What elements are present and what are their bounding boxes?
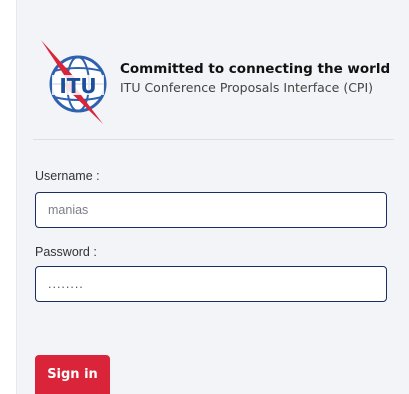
login-panel: ITU Committed to connecting the world IT…: [16, 0, 409, 394]
username-label: Username :: [35, 169, 100, 183]
sign-in-button[interactable]: Sign in: [35, 355, 110, 394]
itu-logo: ITU: [41, 40, 107, 124]
header: ITU Committed to connecting the world IT…: [17, 0, 409, 140]
tagline: Committed to connecting the world: [120, 61, 391, 77]
password-input[interactable]: [35, 266, 387, 302]
logo-text: ITU: [59, 74, 96, 98]
app-subtitle: ITU Conference Proposals Interface (CPI): [120, 80, 374, 95]
password-label: Password :: [35, 245, 97, 259]
divider: [33, 139, 394, 140]
username-input[interactable]: [35, 192, 387, 228]
